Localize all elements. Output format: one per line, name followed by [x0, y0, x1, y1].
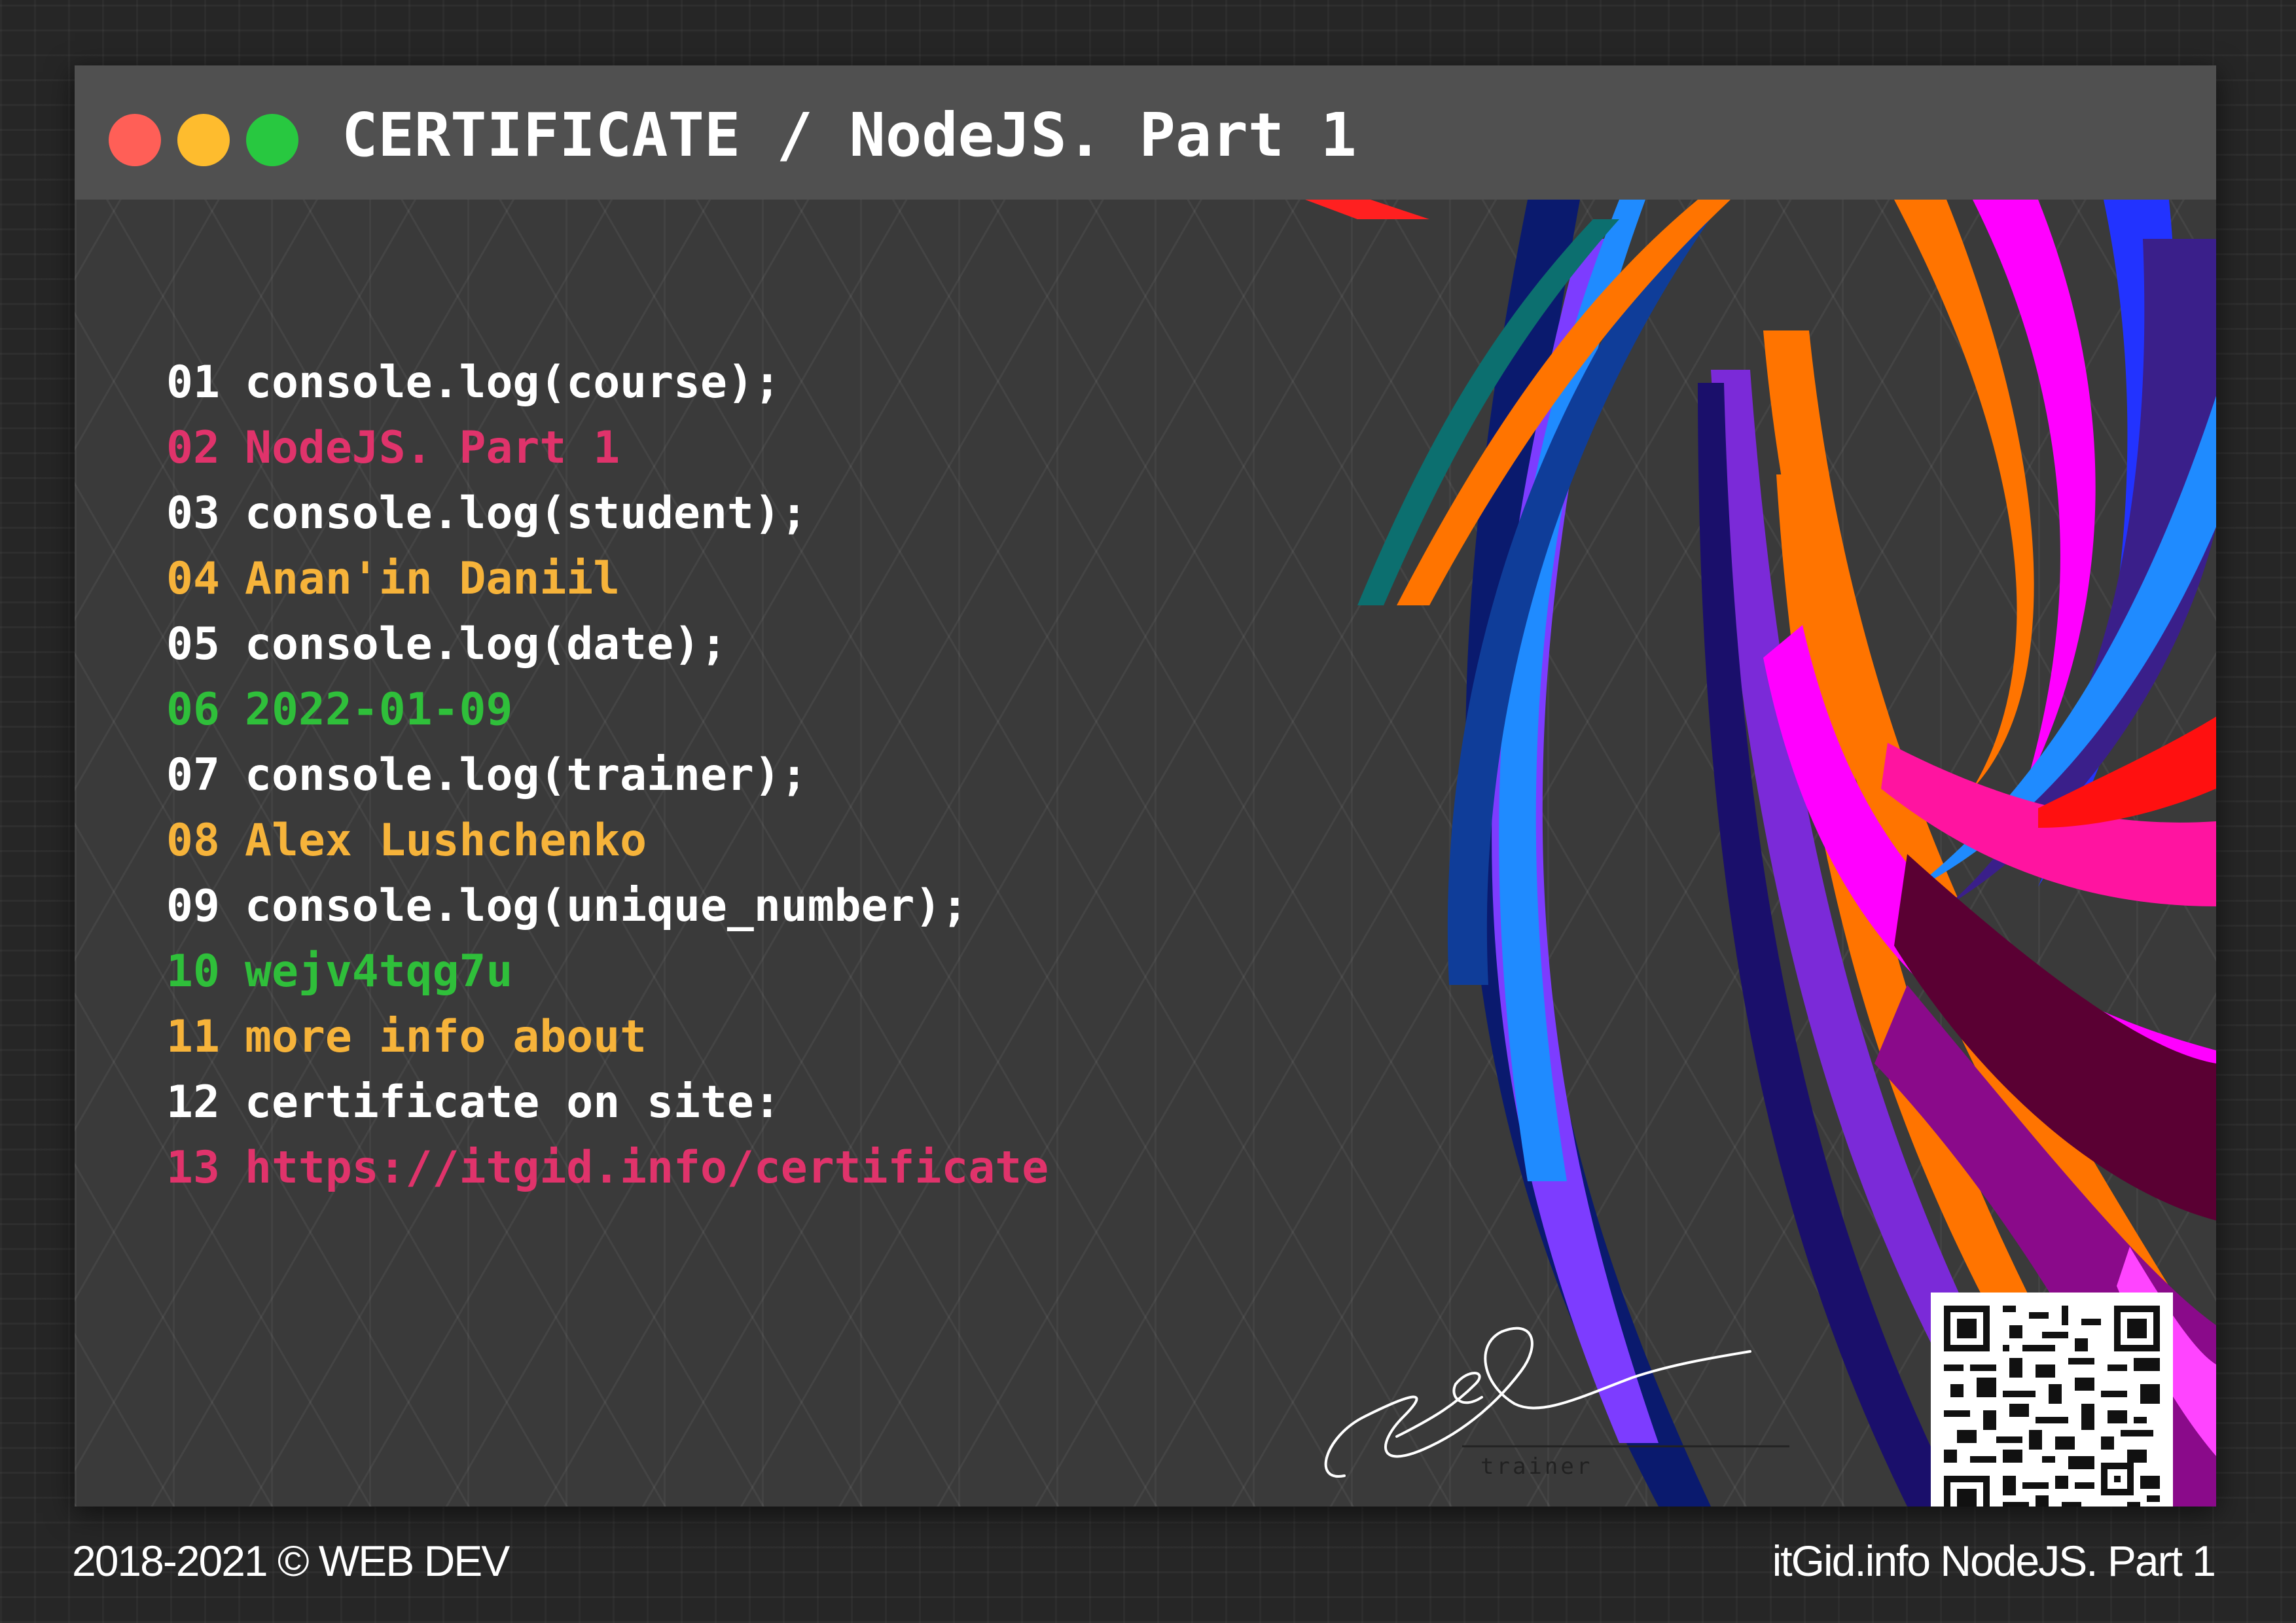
- minimize-button[interactable]: [177, 114, 230, 166]
- line-text: console.log(date);: [245, 618, 727, 670]
- line-text: 2022-01-09: [245, 684, 513, 736]
- window-title: CERTIFICATE / NodeJS. Part 1: [342, 100, 1357, 170]
- line-number: 06: [166, 684, 220, 736]
- certificate-body: 01 console.log(course); 02 NodeJS. Part 1 03…: [75, 200, 2216, 1507]
- maximize-button[interactable]: [246, 114, 298, 166]
- code-line: 11 more info about: [166, 1005, 1187, 1070]
- code-line: 05 console.log(date);: [166, 612, 1187, 677]
- line-text: console.log(student);: [245, 488, 808, 539]
- line-number: 12: [166, 1077, 220, 1128]
- line-number: 02: [166, 422, 220, 474]
- qr-code-pattern: [1944, 1306, 2160, 1507]
- line-number: 01: [166, 357, 220, 408]
- line-number: 13: [166, 1142, 220, 1194]
- line-text: certificate on site:: [245, 1077, 781, 1128]
- line-number: 09: [166, 880, 220, 932]
- line-text: Anan'in Daniil: [245, 553, 620, 605]
- line-number: 08: [166, 815, 220, 866]
- code-line: 09 console.log(unique_number);: [166, 874, 1187, 939]
- code-line: 07 console.log(trainer);: [166, 743, 1187, 808]
- code-line: 03 console.log(student);: [166, 481, 1187, 546]
- code-listing: 01 console.log(course); 02 NodeJS. Part 1 03…: [166, 350, 1187, 1201]
- code-line: 10 wejv4tqg7u: [166, 939, 1187, 1005]
- footer-course-name: itGid.info NodeJS. Part 1: [1772, 1537, 2216, 1585]
- line-text: Alex Lushchenko: [245, 815, 647, 866]
- code-line: 12 certificate on site:: [166, 1070, 1187, 1135]
- footer-copyright: 2018-2021 © WEB DEV: [72, 1537, 510, 1585]
- line-text: wejv4tqg7u: [245, 946, 513, 997]
- line-number: 03: [166, 488, 220, 539]
- line-number: 07: [166, 749, 220, 801]
- line-text[interactable]: https://itgid.info/certificate: [245, 1142, 1049, 1194]
- line-number: 04: [166, 553, 220, 605]
- line-text: more info about: [245, 1011, 647, 1063]
- code-line: 13 https://itgid.info/certificate: [166, 1135, 1187, 1201]
- line-text: NodeJS. Part 1: [245, 422, 620, 474]
- code-line: 04 Anan'in Daniil: [166, 546, 1187, 612]
- code-line: 02 NodeJS. Part 1: [166, 416, 1187, 481]
- signature-label: trainer: [1480, 1454, 1593, 1480]
- line-text: console.log(unique_number);: [245, 880, 969, 932]
- line-number: 11: [166, 1011, 220, 1063]
- close-button[interactable]: [109, 114, 161, 166]
- code-line: 01 console.log(course);: [166, 350, 1187, 416]
- line-text: console.log(trainer);: [245, 749, 808, 801]
- code-line: 08 Alex Lushchenko: [166, 808, 1187, 874]
- line-number: 05: [166, 618, 220, 670]
- code-line: 06 2022-01-09: [166, 677, 1187, 743]
- qr-code-icon[interactable]: [1931, 1293, 2173, 1507]
- line-text: console.log(course);: [245, 357, 781, 408]
- title-bar: CERTIFICATE / NodeJS. Part 1: [75, 65, 2216, 200]
- line-number: 10: [166, 946, 220, 997]
- certificate-window: CERTIFICATE / NodeJS. Part 1 01 console.…: [75, 65, 2216, 1507]
